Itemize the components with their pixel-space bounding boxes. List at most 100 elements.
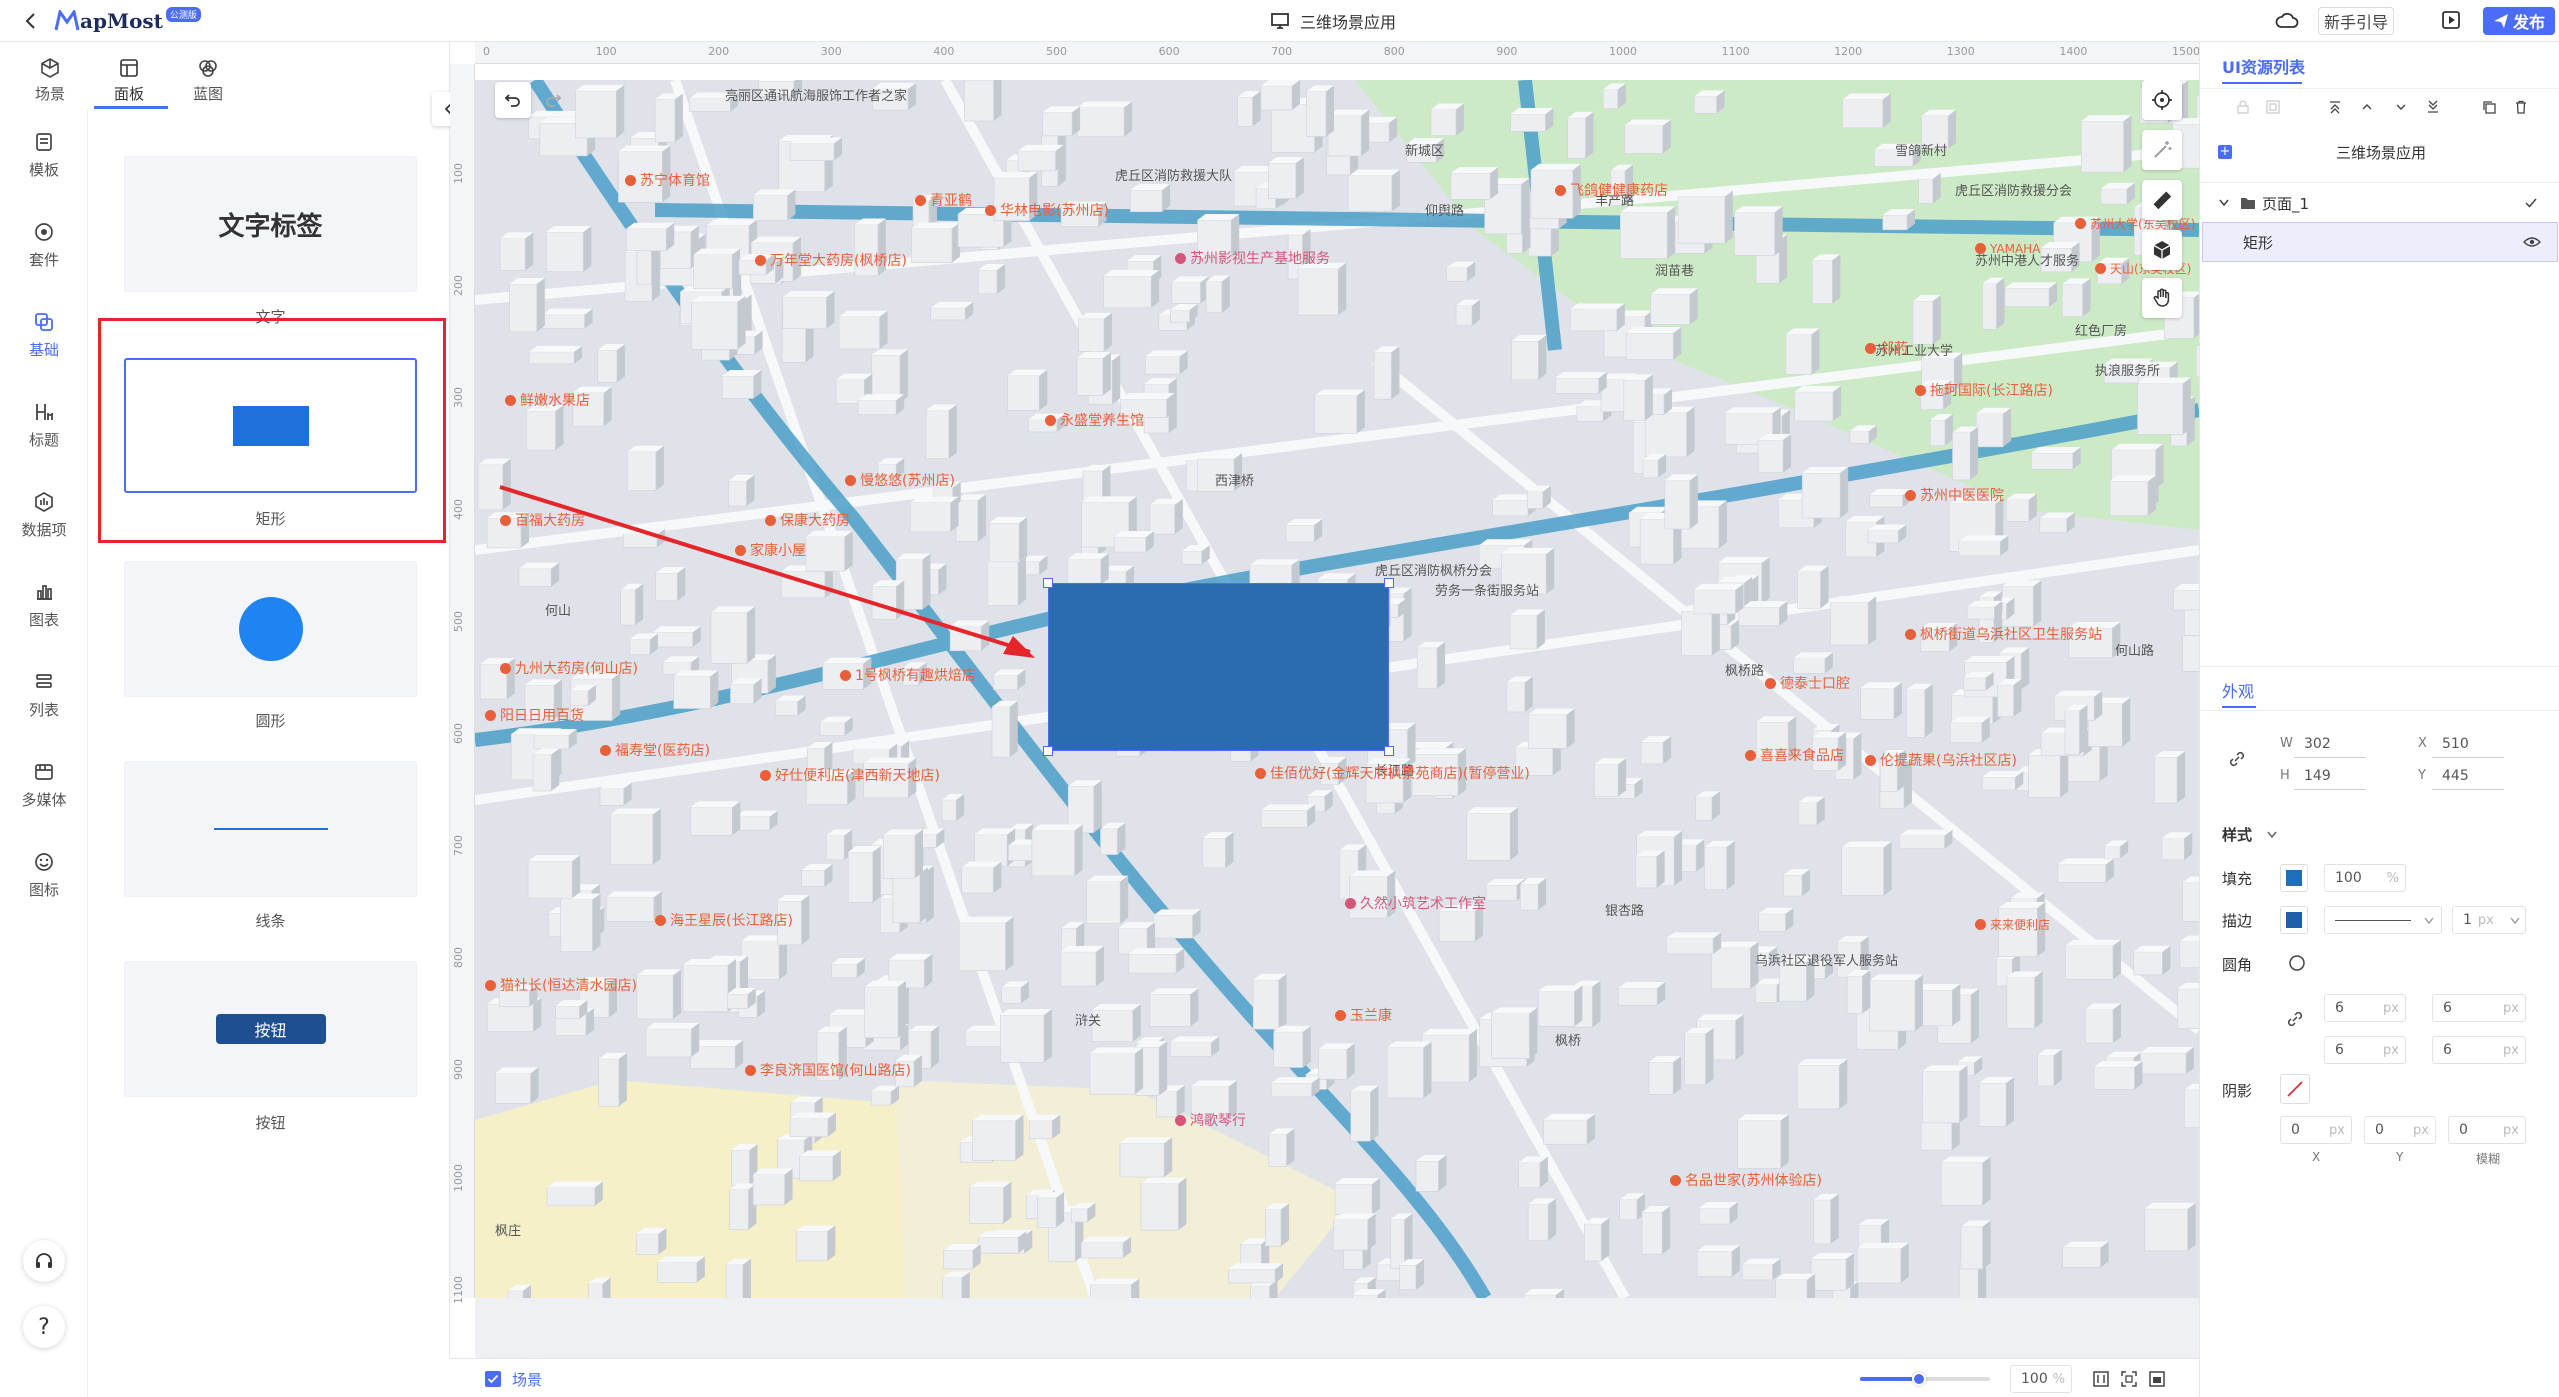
map-poi[interactable]: 枫桥街道乌浜社区卫生服务站 [1905,624,2102,644]
radius-bottom-right[interactable]: 6 px [2432,1036,2526,1064]
resize-handle-sw[interactable] [1043,746,1053,756]
shadow-y-field[interactable]: 0 px [2364,1116,2436,1144]
rail-item-suite[interactable]: 套件 [0,200,88,290]
map-poi[interactable]: 万年堂大药房(枫桥店) [755,250,907,270]
map-poi[interactable]: 拖珂国际(长江路店) [1915,380,2053,400]
canvas-rectangle[interactable] [1048,583,1389,751]
move-bottom-icon[interactable] [2426,100,2440,114]
resize-handle-nw[interactable] [1043,578,1053,588]
radius-circle-icon[interactable] [2288,954,2306,972]
help-button[interactable]: ? [23,1306,65,1348]
map-poi[interactable]: 鲜嫩水果店 [505,390,590,410]
stroke-color-swatch[interactable] [2280,906,2308,934]
x-field[interactable]: 510 [2432,730,2504,758]
y-field[interactable]: 445 [2432,762,2504,790]
radius-bottom-left[interactable]: 6 px [2324,1036,2406,1064]
map-poi[interactable]: 名品世家(苏州体验店) [1670,1170,1822,1190]
pan-button[interactable] [2142,278,2182,318]
shadow-x-field[interactable]: 0 px [2280,1116,2352,1144]
map-poi[interactable]: 华林电影(苏州店) [985,200,1109,220]
rail-item-basic[interactable]: 基础 [0,290,88,380]
map-poi[interactable]: 德泰士口腔 [1765,673,1850,693]
map-poi[interactable]: 阳日日用百货 [485,705,584,725]
rail-item-media[interactable]: 多媒体 [0,740,88,830]
cloud-save-icon[interactable] [2275,10,2299,32]
map-poi[interactable]: 来来便利店 [1975,916,2050,933]
map-poi[interactable]: 永盛堂养生馆 [1045,410,1144,430]
map-poi[interactable]: 猫社长(恒达清水园店) [485,975,637,995]
tree-page[interactable]: 页面_1 [2200,186,2559,220]
map-poi[interactable]: 李良济国医馆(何山路店) [745,1060,911,1080]
map-poi[interactable]: 鸿歌琴行 [1175,1110,1246,1130]
width-field[interactable]: 302 [2294,730,2366,758]
fullscreen-icon[interactable] [2148,1370,2166,1388]
zoom-slider-knob[interactable] [1911,1372,1926,1386]
preview-icon[interactable] [2440,9,2462,31]
tree-root[interactable]: + 三维场景应用 [2200,138,2559,166]
zoom-slider-track[interactable] [1860,1372,1990,1386]
tab-panel[interactable]: 面板 [94,50,164,110]
map-poi[interactable]: 福寿堂(医药店) [600,740,710,760]
map-poi[interactable]: 邻药 [1865,338,1908,358]
rail-item-template[interactable]: 模板 [0,110,88,200]
copy-icon[interactable] [2482,100,2496,114]
circle-card[interactable] [124,561,417,697]
button-card[interactable]: 按钮 [124,961,417,1097]
map-poi[interactable]: 海王星辰(长江路店) [655,910,793,930]
undo-button[interactable] [495,82,531,118]
map-poi[interactable]: YAMAHA [1975,242,2040,256]
lock-icon[interactable] [2236,100,2250,114]
map-poi[interactable]: 保康大药房 [765,510,850,530]
stroke-style-select[interactable] [2324,906,2442,934]
fill-opacity-field[interactable]: 100 % [2324,864,2406,892]
map-poi[interactable]: 苏州影视生产基地服务 [1175,248,1330,268]
redo-button[interactable] [535,82,571,118]
map-poi[interactable]: 1号枫桥有趣烘焙店 [840,665,976,685]
move-up-icon[interactable] [2360,100,2374,114]
fill-color-swatch[interactable] [2280,864,2308,892]
locate-button[interactable] [2142,80,2182,120]
map-poi[interactable]: 百福大药房 [500,510,585,530]
map-poi[interactable]: 九州大药房(何山店) [500,658,638,678]
rail-item-chart[interactable]: 图表 [0,560,88,650]
tab-scene[interactable]: 场景 [15,50,85,110]
map-poi[interactable]: 佳佰优好(金辉天府枫景苑商店)(暂停营业) [1255,763,1530,783]
measure-button[interactable] [2142,180,2182,220]
resize-handle-ne[interactable] [1384,578,1394,588]
delete-icon[interactable] [2514,100,2528,114]
radius-top-left[interactable]: 6 px [2324,994,2406,1022]
rect-card[interactable] [124,358,417,493]
group-icon[interactable] [2266,100,2280,114]
map-poi[interactable]: 苏宁体育馆 [625,170,710,190]
zoom-field[interactable]: 100 % [2010,1365,2072,1393]
scene-checkbox[interactable] [485,1371,501,1387]
tree-item-rect[interactable]: 矩形 [2202,222,2558,262]
map-poi[interactable]: 玉兰康 [1335,1005,1392,1025]
map-poi[interactable]: 飞鸽健健康药店 [1555,180,1668,200]
tab-blueprint[interactable]: 蓝图 [173,50,243,110]
link-radius-icon[interactable] [2286,1010,2304,1028]
rail-item-icon[interactable]: 图标 [0,830,88,920]
resize-handle-se[interactable] [1384,746,1394,756]
model-button[interactable] [2142,230,2182,270]
map-poi[interactable]: 好仕便利店(津西新天地店) [760,765,940,785]
add-icon[interactable]: + [2218,145,2232,159]
rail-item-heading[interactable]: 标题 [0,380,88,470]
map-poi[interactable]: 伦提蔬果(乌浜社区店) [1865,750,2017,770]
map-poi[interactable]: 久然小筑艺术工作室 [1345,893,1486,913]
style-section[interactable]: 样式 [2222,824,2278,845]
map-canvas[interactable]: 亮丽区通讯航海服饰工作者之家 虎丘区消防救援大队 新城区 仰舆路 丰产路 润苗巷 雪鸽新村虎… [475,80,2199,1298]
magic-button[interactable] [2142,130,2182,170]
fit-screen-icon[interactable] [2120,1370,2138,1388]
guide-button[interactable]: 新手引导 [2318,7,2394,35]
text-label-card[interactable]: 文字标签 [124,156,417,292]
move-top-icon[interactable] [2328,100,2342,114]
shadow-blur-field[interactable]: 0 px [2448,1116,2526,1144]
fit-width-icon[interactable] [2092,1370,2110,1388]
stroke-width-field[interactable]: 1 px [2452,906,2526,934]
map-poi[interactable]: 喜喜来食品店 [1745,745,1844,765]
eye-icon[interactable] [2523,236,2541,248]
radius-top-right[interactable]: 6 px [2432,994,2526,1022]
rail-item-data[interactable]: 数据项 [0,470,88,560]
map-poi[interactable]: 家康小屋 [735,540,806,560]
